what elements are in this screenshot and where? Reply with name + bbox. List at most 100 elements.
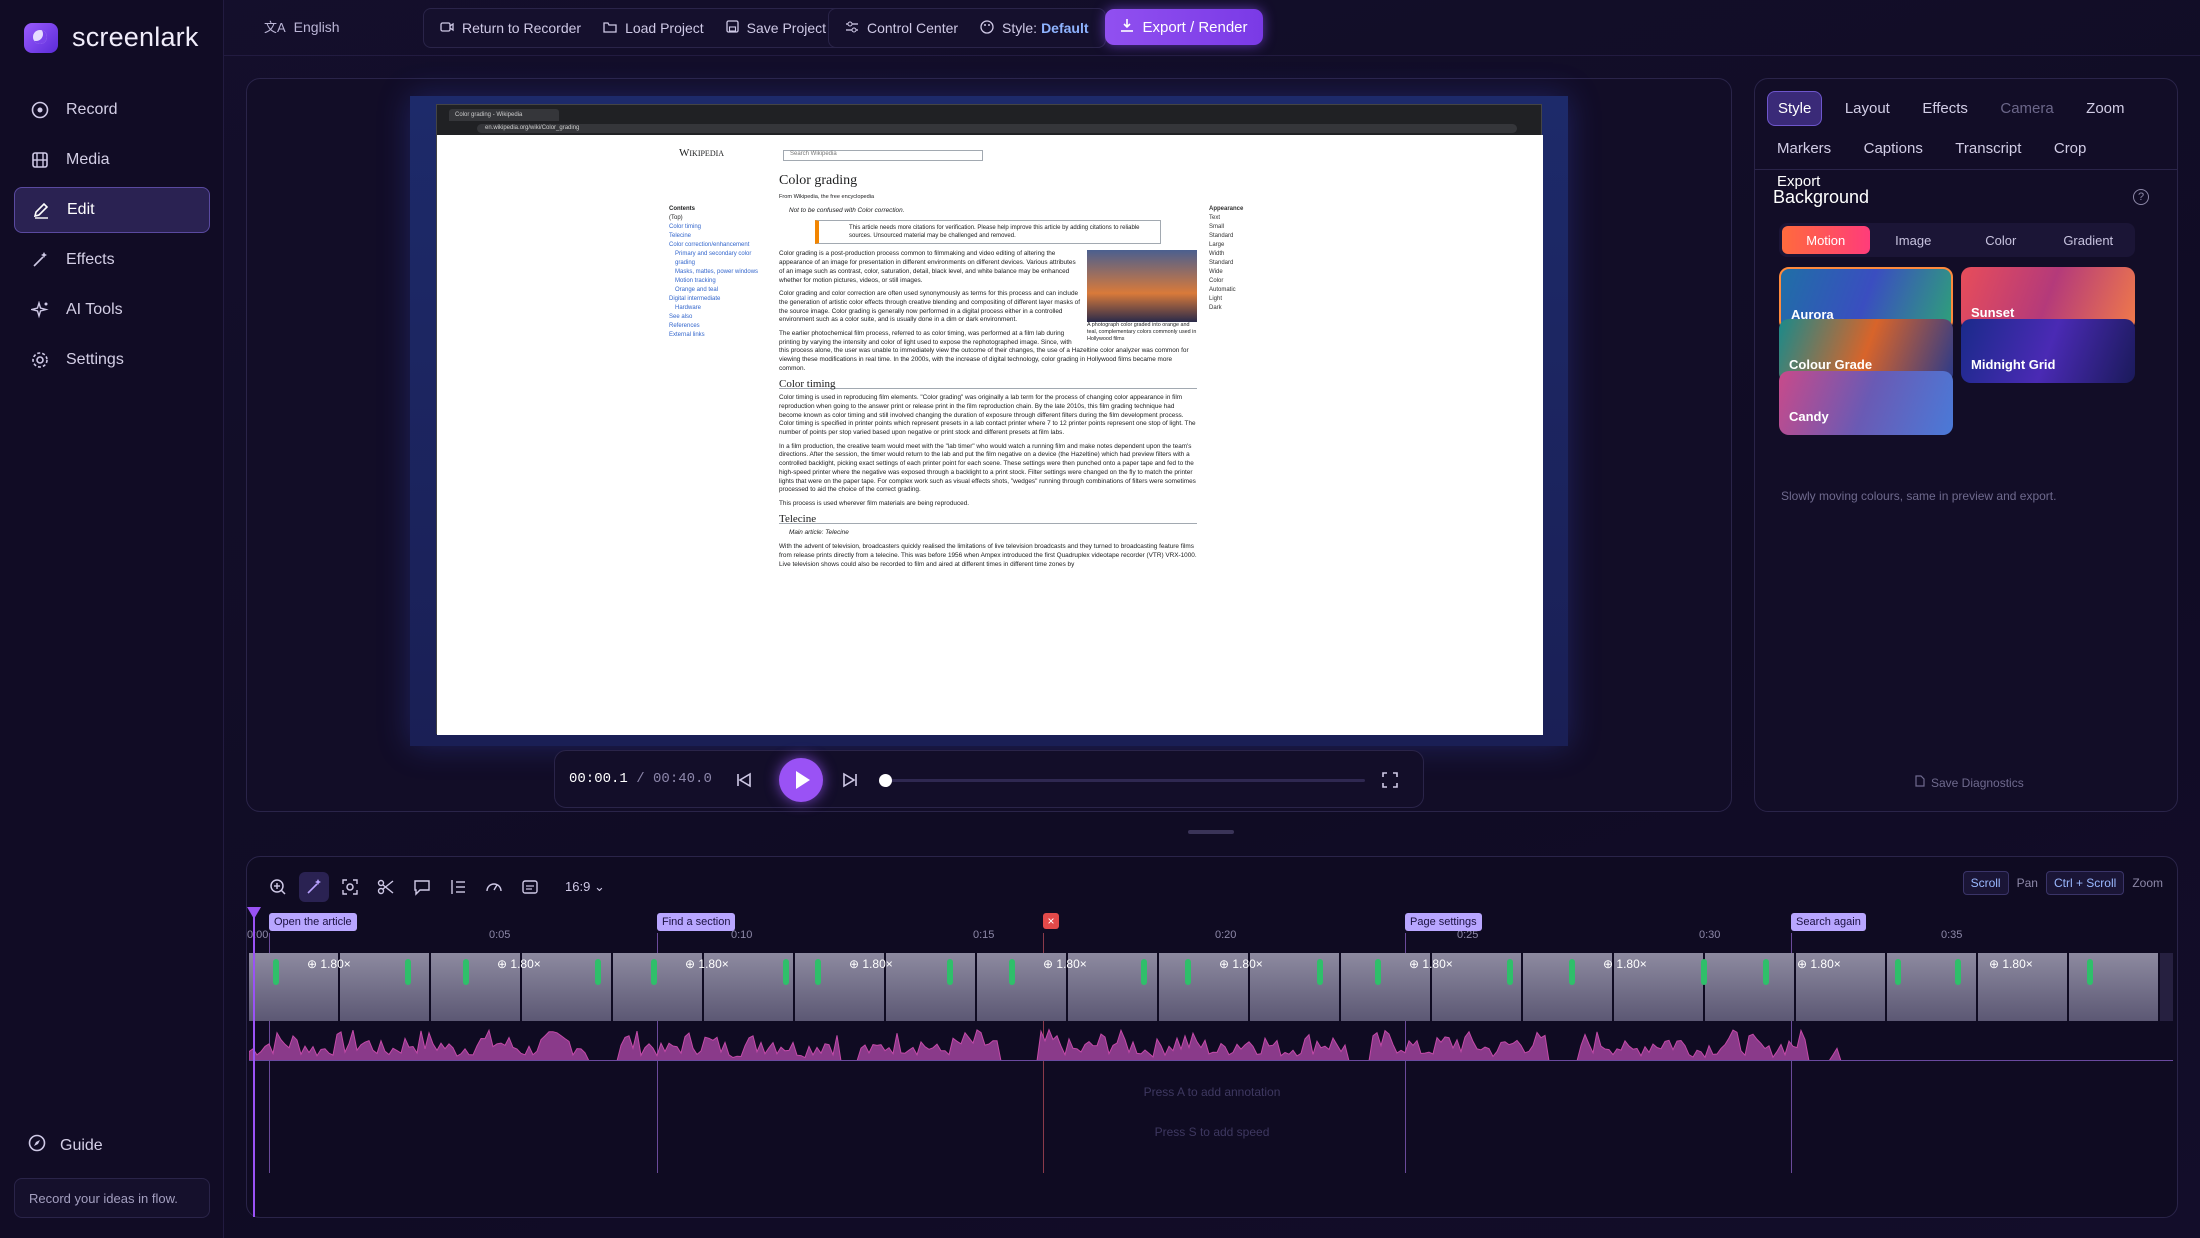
sidebar-item-edit[interactable]: Edit — [14, 187, 210, 233]
marker-find-section[interactable]: Find a section — [657, 913, 736, 931]
zoom-handle[interactable] — [947, 959, 953, 985]
zoom-handle[interactable] — [1185, 959, 1191, 985]
skip-back-button[interactable] — [735, 771, 753, 789]
cut-tool[interactable] — [371, 872, 401, 902]
playhead[interactable] — [247, 907, 261, 1217]
sidebar-item-media[interactable]: Media — [14, 137, 210, 183]
zoom-handle[interactable] — [1507, 959, 1513, 985]
save-project-button[interactable]: Save Project — [726, 20, 826, 36]
zoom-segment-label[interactable]: ⊕ 1.80× — [1989, 957, 2033, 971]
zoom-segment-label[interactable]: ⊕ 1.80× — [1409, 957, 1453, 971]
tab-crop[interactable]: Crop — [2044, 132, 2097, 165]
sidebar-item-ai-tools[interactable]: AI Tools — [14, 287, 210, 333]
marker-search-again[interactable]: Search again — [1791, 913, 1866, 931]
zoom-handle[interactable] — [273, 959, 279, 985]
video-clip[interactable] — [886, 953, 977, 1021]
seg-gradient[interactable]: Gradient — [2045, 226, 2133, 254]
focus-tool[interactable] — [335, 872, 365, 902]
seek-bar[interactable] — [883, 779, 1365, 782]
tab-effects[interactable]: Effects — [1912, 92, 1978, 125]
marker-open-article[interactable]: Open the article — [269, 913, 357, 931]
diagnostics-label: Save Diagnostics — [1931, 775, 2024, 790]
speed-tool[interactable] — [479, 872, 509, 902]
sidebar-item-record[interactable]: Record — [14, 87, 210, 133]
tab-captions[interactable]: Captions — [1854, 132, 1933, 165]
zoom-segment-label[interactable]: ⊕ 1.80× — [849, 957, 893, 971]
zoom-handle[interactable] — [651, 959, 657, 985]
zoom-handle[interactable] — [405, 959, 411, 985]
style-value: Default — [1041, 20, 1089, 36]
zoom-handle[interactable] — [1141, 959, 1147, 985]
guide-link[interactable]: Guide — [28, 1134, 103, 1157]
wiki-hatnote: Main article: Telecine — [789, 529, 849, 537]
comment-tool[interactable] — [407, 872, 437, 902]
video-clip[interactable] — [2069, 953, 2160, 1021]
swatch-candy[interactable]: Candy — [1779, 371, 1953, 435]
zoom-handle[interactable] — [1317, 959, 1323, 985]
zoom-handle[interactable] — [463, 959, 469, 985]
fullscreen-button[interactable] — [1381, 771, 1399, 789]
divider — [1755, 169, 2177, 170]
zoom-handle[interactable] — [1569, 959, 1575, 985]
export-render-button[interactable]: Export / Render — [1105, 9, 1263, 45]
zoom-handle[interactable] — [1895, 959, 1901, 985]
tab-camera[interactable]: Camera — [1990, 92, 2063, 125]
recorded-browser-frame[interactable]: Color grading - Wikipedia en.wikipedia.o… — [436, 104, 1543, 735]
annotation-track-hint[interactable]: Press A to add annotation — [247, 1085, 2177, 1099]
list-tool[interactable] — [443, 872, 473, 902]
video-clip[interactable] — [1705, 953, 1796, 1021]
zoom-segment-label[interactable]: ⊕ 1.80× — [1603, 957, 1647, 971]
save-diagnostics-button[interactable]: Save Diagnostics — [1915, 775, 2024, 790]
skip-forward-button[interactable] — [841, 771, 859, 789]
load-project-button[interactable]: Load Project — [603, 20, 704, 36]
zoom-handle[interactable] — [1375, 959, 1381, 985]
zoom-handle[interactable] — [2087, 959, 2093, 985]
tab-zoom[interactable]: Zoom — [2076, 92, 2134, 125]
play-button[interactable] — [779, 758, 823, 802]
style-selector[interactable]: Style: Default — [980, 19, 1089, 37]
aspect-ratio-selector[interactable]: 16:9 ⌄ — [565, 879, 605, 895]
zoom-segment-label[interactable]: ⊕ 1.80× — [1219, 957, 1263, 971]
control-center-button[interactable]: Control Center — [845, 20, 958, 36]
marker-page-settings[interactable]: Page settings — [1405, 913, 1482, 931]
help-icon[interactable]: ? — [2133, 189, 2149, 205]
tab-transcript[interactable]: Transcript — [1945, 132, 2031, 165]
zoom-handle[interactable] — [1009, 959, 1015, 985]
zoom-handle[interactable] — [1763, 959, 1769, 985]
zoom-segment-label[interactable]: ⊕ 1.80× — [1797, 957, 1841, 971]
video-clip[interactable] — [1250, 953, 1341, 1021]
tab-markers[interactable]: Markers — [1767, 132, 1841, 165]
zoom-handle[interactable] — [1955, 959, 1961, 985]
seg-color[interactable]: Color — [1957, 226, 2045, 254]
seek-handle[interactable] — [879, 774, 892, 787]
resize-handle[interactable] — [1188, 830, 1234, 834]
zoom-handle[interactable] — [815, 959, 821, 985]
language-selector[interactable]: 文A English — [264, 17, 340, 36]
zoom-tool[interactable] — [263, 872, 293, 902]
magic-wand-icon — [30, 250, 50, 270]
video-track[interactable]: ⊕ 1.80× ⊕ 1.80× ⊕ 1.80× ⊕ 1.80× ⊕ 1.80× ⊕ 1.8… — [249, 953, 2173, 1021]
zoom-handle[interactable] — [783, 959, 789, 985]
tab-layout[interactable]: Layout — [1835, 92, 1900, 125]
sidebar-item-effects[interactable]: Effects — [14, 237, 210, 283]
seg-motion[interactable]: Motion — [1782, 226, 1870, 254]
app-logo[interactable]: screenlark — [24, 22, 199, 53]
sidebar-item-settings[interactable]: Settings — [14, 337, 210, 383]
zoom-handle[interactable] — [595, 959, 601, 985]
speed-track-hint[interactable]: Press S to add speed — [247, 1125, 2177, 1139]
seg-image[interactable]: Image — [1870, 226, 1958, 254]
zoom-segment-label[interactable]: ⊕ 1.80× — [1043, 957, 1087, 971]
zoom-segment-label[interactable]: ⊕ 1.80× — [685, 957, 729, 971]
swatch-midnight-grid[interactable]: Midnight Grid — [1961, 319, 2135, 383]
cut-marker[interactable]: × — [1043, 913, 1059, 929]
return-to-recorder-button[interactable]: Return to Recorder — [440, 20, 581, 36]
magic-tool[interactable] — [299, 872, 329, 902]
zoom-handle[interactable] — [1701, 959, 1707, 985]
return-label: Return to Recorder — [462, 20, 582, 36]
tab-style[interactable]: Style — [1767, 91, 1823, 126]
zoom-segment-label[interactable]: ⊕ 1.80× — [497, 957, 541, 971]
zoom-segment-label[interactable]: ⊕ 1.80× — [307, 957, 351, 971]
video-clip[interactable] — [340, 953, 431, 1021]
caption-tool[interactable] — [515, 872, 545, 902]
audio-waveform[interactable] — [249, 1025, 2173, 1061]
